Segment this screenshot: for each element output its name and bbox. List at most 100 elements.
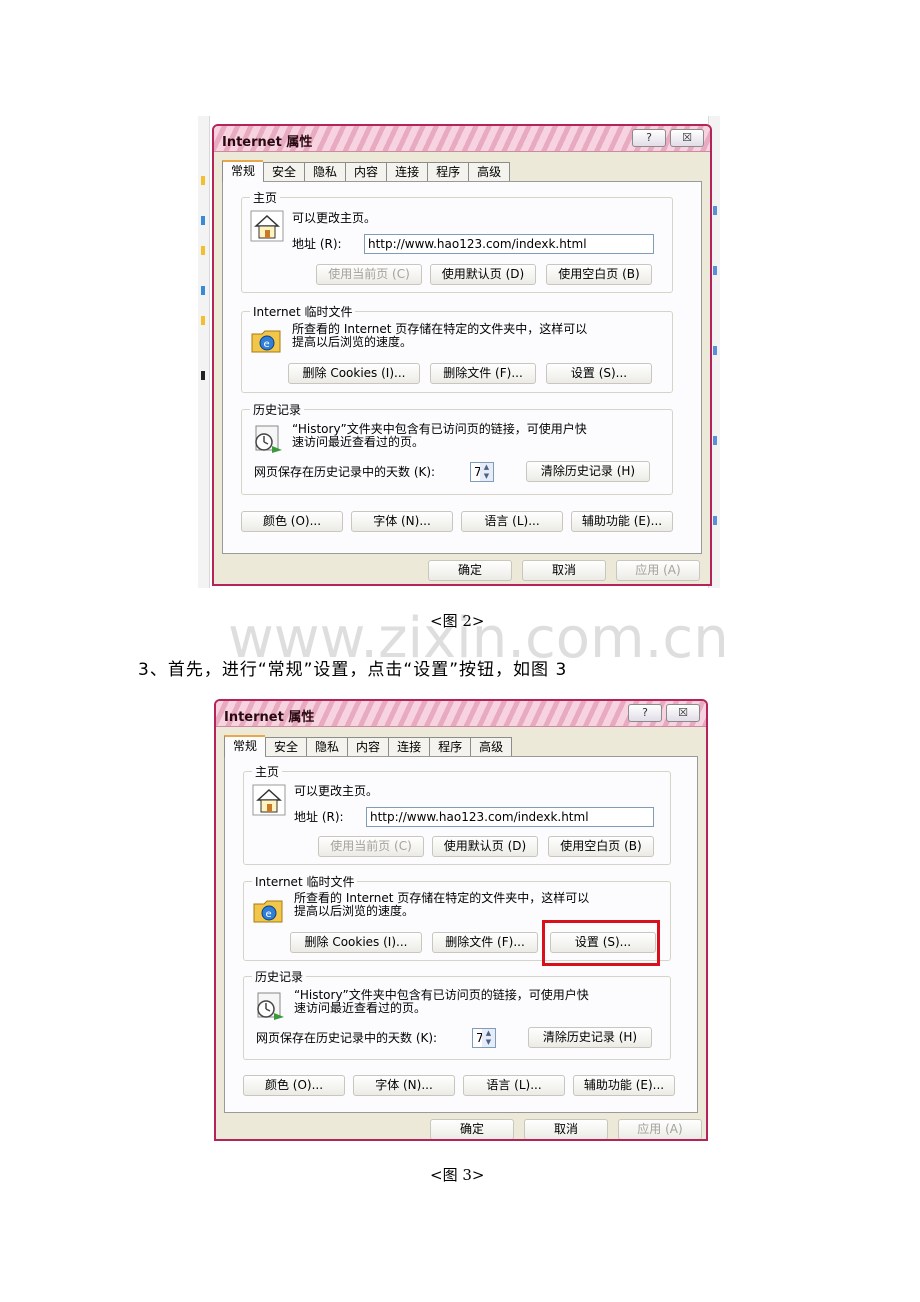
temp-files-desc-1: 所查看的 Internet 页存储在特定的文件夹中，这样可以 <box>294 891 590 905</box>
tab-connections[interactable]: 连接 <box>386 162 428 182</box>
temp-files-desc-2: 提高以后浏览的速度。 <box>294 904 415 918</box>
use-current-button[interactable]: 使用当前页 (C) <box>318 836 424 857</box>
dialog-title: Internet 属性 <box>224 710 315 725</box>
temp-files-desc-2: 提高以后浏览的速度。 <box>292 335 413 349</box>
history-group-label: 历史记录 <box>252 968 307 985</box>
days-stepper[interactable]: 7 ▲ ▼ <box>472 1028 496 1048</box>
accessibility-button[interactable]: 辅助功能 (E)... <box>573 1075 675 1096</box>
step-3-instruction: 3、首先，进行“常规”设置，点击“设置”按钮，如图 3 <box>138 660 568 680</box>
tab-strip: 常规 安全 隐私 内容 连接 程序 高级 <box>224 735 513 757</box>
clear-history-button[interactable]: 清除历史记录 (H) <box>528 1027 652 1048</box>
tab-privacy[interactable]: 隐私 <box>306 737 348 757</box>
tab-programs[interactable]: 程序 <box>427 162 469 182</box>
delete-files-button[interactable]: 删除文件 (F)... <box>430 363 536 384</box>
internet-properties-dialog: Internet 属性 ? ☒ 常规 安全 隐私 内容 连接 程序 高级 主页 <box>212 124 712 586</box>
figure-3-caption: <图 3> <box>430 1166 485 1184</box>
history-desc-2: 速访问最近查看过的页。 <box>294 1001 427 1015</box>
ok-button[interactable]: 确定 <box>428 560 512 581</box>
home-icon <box>252 784 286 816</box>
address-label: 地址 (R): <box>292 237 342 251</box>
days-stepper[interactable]: 7 ▲ ▼ <box>470 462 494 482</box>
figure-2-caption: <图 2> <box>430 612 485 630</box>
cancel-button[interactable]: 取消 <box>522 560 606 581</box>
use-default-button[interactable]: 使用默认页 (D) <box>430 264 536 285</box>
spin-down-icon[interactable]: ▼ <box>480 472 493 481</box>
tab-general[interactable]: 常规 <box>224 735 266 757</box>
history-group: 历史记录 “History”文件夹中包含有已访问页的链接，可使用户快 速访问最近… <box>241 401 673 495</box>
homepage-group-label: 主页 <box>250 189 281 206</box>
cancel-button[interactable]: 取消 <box>524 1119 608 1139</box>
tab-general[interactable]: 常规 <box>222 160 264 182</box>
history-desc-2: 速访问最近查看过的页。 <box>292 435 425 449</box>
title-bar[interactable]: Internet 属性 ? ☒ <box>216 701 706 727</box>
address-label: 地址 (R): <box>294 810 344 824</box>
homepage-group-label: 主页 <box>252 763 283 780</box>
use-blank-button[interactable]: 使用空白页 (B) <box>546 264 652 285</box>
background-window-left <box>198 116 210 588</box>
tab-advanced[interactable]: 高级 <box>468 162 511 182</box>
homepage-address-input[interactable]: http://www.hao123.com/indexk.html <box>366 807 654 827</box>
temp-files-group-label: Internet 临时文件 <box>252 873 358 890</box>
internet-properties-dialog: Internet 属性 ? ☒ 常规 安全 隐私 内容 连接 程序 高级 主页 <box>214 699 708 1141</box>
homepage-desc: 可以更改主页。 <box>294 784 379 798</box>
spin-up-icon[interactable]: ▲ <box>482 1029 495 1038</box>
fonts-button[interactable]: 字体 (N)... <box>353 1075 455 1096</box>
tab-privacy[interactable]: 隐私 <box>304 162 346 182</box>
tab-content[interactable]: 内容 <box>347 737 389 757</box>
spin-down-icon[interactable]: ▼ <box>482 1038 495 1047</box>
colors-button[interactable]: 颜色 (O)... <box>243 1075 345 1096</box>
colors-button[interactable]: 颜色 (O)... <box>241 511 343 532</box>
svg-text:e: e <box>264 339 270 350</box>
use-blank-button[interactable]: 使用空白页 (B) <box>548 836 654 857</box>
dialog-title: Internet 属性 <box>222 135 313 150</box>
history-group: 历史记录 “History”文件夹中包含有已访问页的链接，可使用户快 速访问最近… <box>243 968 671 1060</box>
homepage-address-input[interactable]: http://www.hao123.com/indexk.html <box>364 234 654 254</box>
homepage-group: 主页 可以更改主页。 地址 (R): http://www.hao123.com… <box>243 763 671 865</box>
delete-cookies-button[interactable]: 删除 Cookies (I)... <box>288 363 420 384</box>
tab-advanced[interactable]: 高级 <box>470 737 513 757</box>
title-bar[interactable]: Internet 属性 ? ☒ <box>214 126 710 152</box>
tab-security[interactable]: 安全 <box>265 737 307 757</box>
close-button[interactable]: ☒ <box>670 129 704 147</box>
languages-button[interactable]: 语言 (L)... <box>463 1075 565 1096</box>
delete-cookies-button[interactable]: 删除 Cookies (I)... <box>290 932 422 953</box>
days-label: 网页保存在历史记录中的天数 (K): <box>254 465 436 479</box>
tab-security[interactable]: 安全 <box>263 162 305 182</box>
history-clock-icon <box>257 992 284 1020</box>
temp-files-group-label: Internet 临时文件 <box>250 303 356 320</box>
history-desc-1: “History”文件夹中包含有已访问页的链接，可使用户快 <box>292 422 587 436</box>
tab-programs[interactable]: 程序 <box>429 737 471 757</box>
help-button[interactable]: ? <box>632 129 666 147</box>
languages-button[interactable]: 语言 (L)... <box>461 511 563 532</box>
tab-connections[interactable]: 连接 <box>388 737 430 757</box>
apply-button[interactable]: 应用 (A) <box>618 1119 702 1139</box>
help-button[interactable]: ? <box>628 704 662 722</box>
fonts-button[interactable]: 字体 (N)... <box>351 511 453 532</box>
accessibility-button[interactable]: 辅助功能 (E)... <box>571 511 673 532</box>
clear-history-button[interactable]: 清除历史记录 (H) <box>526 461 650 482</box>
history-desc-1: “History”文件夹中包含有已访问页的链接，可使用户快 <box>294 988 589 1002</box>
homepage-group: 主页 可以更改主页。 地址 (R): http://www.hao123.com… <box>241 189 673 293</box>
temp-files-group: Internet 临时文件 e 所查看的 Internet 页存储在特定的文件夹… <box>241 303 673 393</box>
settings-highlight-box <box>542 920 660 966</box>
use-current-button[interactable]: 使用当前页 (C) <box>316 264 422 285</box>
home-icon <box>250 210 284 242</box>
spin-up-icon[interactable]: ▲ <box>480 463 493 472</box>
apply-button[interactable]: 应用 (A) <box>616 560 700 581</box>
temp-files-group: Internet 临时文件 e 所查看的 Internet 页存储在特定的文件夹… <box>243 873 671 966</box>
tab-strip: 常规 安全 隐私 内容 连接 程序 高级 <box>222 160 511 182</box>
ok-button[interactable]: 确定 <box>430 1119 514 1139</box>
close-button[interactable]: ☒ <box>666 704 700 722</box>
temp-files-desc-1: 所查看的 Internet 页存储在特定的文件夹中，这样可以 <box>292 322 588 336</box>
svg-text:e: e <box>266 909 272 920</box>
homepage-desc: 可以更改主页。 <box>292 211 377 225</box>
settings-button[interactable]: 设置 (S)... <box>546 363 652 384</box>
history-clock-icon <box>255 425 282 453</box>
tab-content[interactable]: 内容 <box>345 162 387 182</box>
screenshot-figure-3: Internet 属性 ? ☒ 常规 安全 隐私 内容 连接 程序 高级 主页 <box>210 697 710 1143</box>
screenshot-figure-2: Internet 属性 ? ☒ 常规 安全 隐私 内容 连接 程序 高级 主页 <box>198 116 720 588</box>
use-default-button[interactable]: 使用默认页 (D) <box>432 836 538 857</box>
delete-files-button[interactable]: 删除文件 (F)... <box>432 932 538 953</box>
ie-folder-icon: e <box>253 900 283 923</box>
ie-folder-icon: e <box>251 330 281 353</box>
